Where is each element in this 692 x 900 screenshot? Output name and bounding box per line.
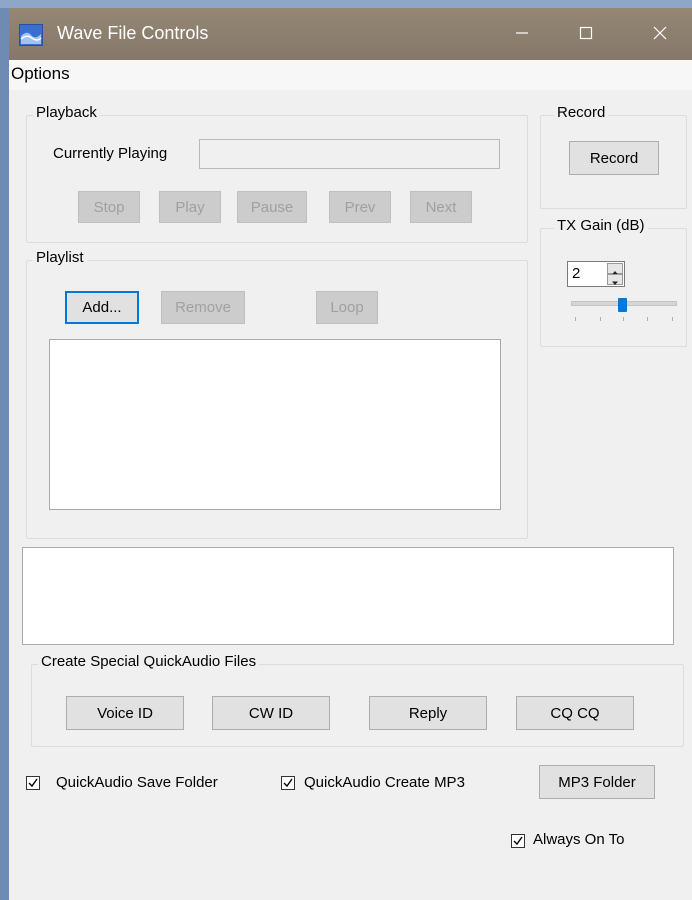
playback-group-label: Playback <box>33 104 100 121</box>
remove-button[interactable]: Remove <box>161 291 245 324</box>
menu-options[interactable]: Options <box>11 64 70 84</box>
tx-gain-spin-buttons <box>607 263 623 285</box>
playback-group <box>26 115 528 243</box>
close-button[interactable] <box>642 18 678 50</box>
window-title: Wave File Controls <box>57 23 209 43</box>
record-button[interactable]: Record <box>569 141 659 175</box>
prev-button[interactable]: Prev <box>329 191 391 223</box>
spin-up-button[interactable] <box>607 263 623 275</box>
mp3-folder-button[interactable]: MP3 Folder <box>539 765 655 799</box>
slider-tick <box>672 317 673 321</box>
slider-tick <box>623 317 624 321</box>
create-mp3-label[interactable]: QuickAudio Create MP3 <box>304 774 465 791</box>
next-button[interactable]: Next <box>410 191 472 223</box>
checkmark-icon <box>28 778 38 788</box>
cw-id-button[interactable]: CW ID <box>212 696 330 730</box>
menu-bar: Options <box>9 60 692 90</box>
wave-file-controls-window: Wave File Controls Options Playback Curr… <box>9 8 692 900</box>
minimize-icon <box>516 32 528 34</box>
slider-tick <box>575 317 576 321</box>
currently-playing-field[interactable] <box>199 139 500 169</box>
save-folder-label[interactable]: QuickAudio Save Folder <box>56 774 218 791</box>
desktop-background-left <box>0 0 9 900</box>
tx-gain-label: TX Gain (dB) <box>554 217 648 234</box>
stop-button[interactable]: Stop <box>78 191 140 223</box>
playlist-group-label: Playlist <box>33 249 87 266</box>
tx-gain-spinner[interactable]: 2 <box>567 261 625 287</box>
maximize-button[interactable] <box>568 18 604 50</box>
desktop-background-top <box>0 0 692 8</box>
title-bar[interactable]: Wave File Controls <box>9 8 692 60</box>
voice-id-button[interactable]: Voice ID <box>66 696 184 730</box>
playlist-listbox[interactable] <box>49 339 501 510</box>
tx-gain-value: 2 <box>572 265 581 282</box>
slider-tick <box>600 317 601 321</box>
record-group-label: Record <box>554 104 609 121</box>
status-textbox[interactable] <box>22 547 674 645</box>
play-button[interactable]: Play <box>159 191 221 223</box>
create-mp3-checkbox[interactable] <box>281 776 295 790</box>
add-button[interactable]: Add... <box>65 291 139 324</box>
app-icon <box>19 24 43 46</box>
cq-cq-button[interactable]: CQ CQ <box>516 696 634 730</box>
reply-button[interactable]: Reply <box>369 696 487 730</box>
loop-button[interactable]: Loop <box>316 291 378 324</box>
currently-playing-label: Currently Playing <box>53 145 168 162</box>
checkmark-icon <box>513 836 523 846</box>
pause-button[interactable]: Pause <box>237 191 307 223</box>
maximize-icon <box>579 26 593 40</box>
slider-tick <box>647 317 648 321</box>
always-on-top-label[interactable]: Always On To <box>533 831 624 848</box>
checkmark-icon <box>283 778 293 788</box>
minimize-button[interactable] <box>504 18 540 50</box>
always-on-top-checkbox[interactable] <box>511 834 525 848</box>
special-files-group-label: Create Special QuickAudio Files <box>38 653 260 670</box>
spin-down-button[interactable] <box>607 274 623 285</box>
close-icon <box>653 26 667 40</box>
arrow-down-icon <box>612 281 618 285</box>
tx-gain-slider-thumb[interactable] <box>618 298 627 312</box>
save-folder-checkbox[interactable] <box>26 776 40 790</box>
